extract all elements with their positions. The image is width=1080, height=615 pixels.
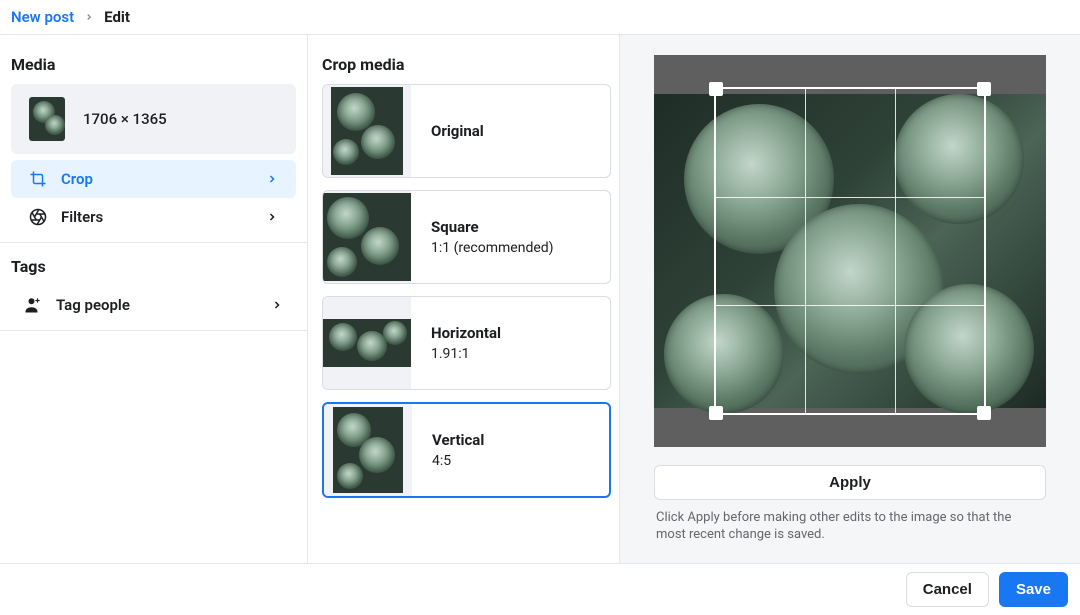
save-button[interactable]: Save xyxy=(999,572,1068,607)
breadcrumb-newpost-link[interactable]: New post xyxy=(11,8,74,26)
crop-media-title: Crop media xyxy=(322,47,611,84)
chevron-right-icon xyxy=(84,12,94,22)
media-dimensions: 1706 × 1365 xyxy=(83,110,167,128)
chevron-right-icon xyxy=(266,173,278,185)
crop-option-ratio: 1.91:1 xyxy=(431,346,501,362)
crop-option-original[interactable]: Original xyxy=(322,84,611,178)
crop-handle-top-left[interactable] xyxy=(709,82,723,96)
crop-preview xyxy=(323,85,411,177)
grid-line xyxy=(805,89,806,413)
grid-line xyxy=(895,89,896,413)
crop-option-vertical[interactable]: Vertical 4:5 xyxy=(322,402,611,498)
crop-handle-bottom-left[interactable] xyxy=(709,406,723,420)
sidebar: Media 1706 × 1365 xyxy=(0,35,308,563)
sidebar-item-tag-people[interactable]: Tag people xyxy=(6,286,301,324)
sidebar-item-label: Crop xyxy=(61,170,93,188)
grid-line xyxy=(716,305,984,306)
app-root: New post Edit Media 1706 × 1365 xyxy=(0,0,1080,615)
crop-option-name: Vertical xyxy=(432,431,484,449)
media-thumbnail xyxy=(29,97,65,141)
preview-pane: Apply Click Apply before making other ed… xyxy=(620,35,1080,563)
apply-hint: Click Apply before making other edits to… xyxy=(654,500,1046,544)
tags-section-title: Tags xyxy=(0,249,307,286)
sidebar-item-label: Filters xyxy=(61,208,103,226)
footer: Cancel Save xyxy=(0,563,1080,615)
crop-option-name: Horizontal xyxy=(431,324,501,342)
breadcrumb: New post Edit xyxy=(0,0,1080,35)
crop-options-list: Original Square 1:1 (recommended) xyxy=(322,84,611,510)
media-thumbnail-card[interactable]: 1706 × 1365 xyxy=(11,84,296,154)
crop-handle-top-right[interactable] xyxy=(977,82,991,96)
crop-preview xyxy=(324,404,412,496)
image-frame xyxy=(654,55,1046,447)
person-add-icon xyxy=(24,296,42,314)
crop-handle-bottom-right[interactable] xyxy=(977,406,991,420)
apply-button[interactable]: Apply xyxy=(654,465,1046,500)
crop-preview xyxy=(323,191,411,283)
main-content: Media 1706 × 1365 xyxy=(0,35,1080,563)
crop-preview xyxy=(323,297,411,389)
divider xyxy=(0,330,307,331)
sidebar-item-label: Tag people xyxy=(56,296,130,314)
breadcrumb-current: Edit xyxy=(104,8,130,26)
media-section-title: Media xyxy=(0,47,307,84)
crop-option-ratio: 4:5 xyxy=(432,453,484,469)
aperture-icon xyxy=(29,208,47,226)
crop-box[interactable] xyxy=(714,87,986,415)
sidebar-item-crop[interactable]: Crop xyxy=(11,160,296,198)
crop-option-horizontal[interactable]: Horizontal 1.91:1 xyxy=(322,296,611,390)
grid-line xyxy=(716,197,984,198)
cancel-button[interactable]: Cancel xyxy=(906,572,989,607)
crop-option-square[interactable]: Square 1:1 (recommended) xyxy=(322,190,611,284)
crop-options-panel: Crop media Original xyxy=(308,35,620,563)
chevron-right-icon xyxy=(266,211,278,223)
divider xyxy=(0,242,307,243)
sidebar-item-filters[interactable]: Filters xyxy=(11,198,296,236)
crop-option-name: Original xyxy=(431,122,484,140)
crop-icon xyxy=(29,170,47,188)
crop-option-ratio: 1:1 (recommended) xyxy=(431,240,554,256)
chevron-right-icon xyxy=(271,299,283,311)
crop-option-name: Square xyxy=(431,218,554,236)
